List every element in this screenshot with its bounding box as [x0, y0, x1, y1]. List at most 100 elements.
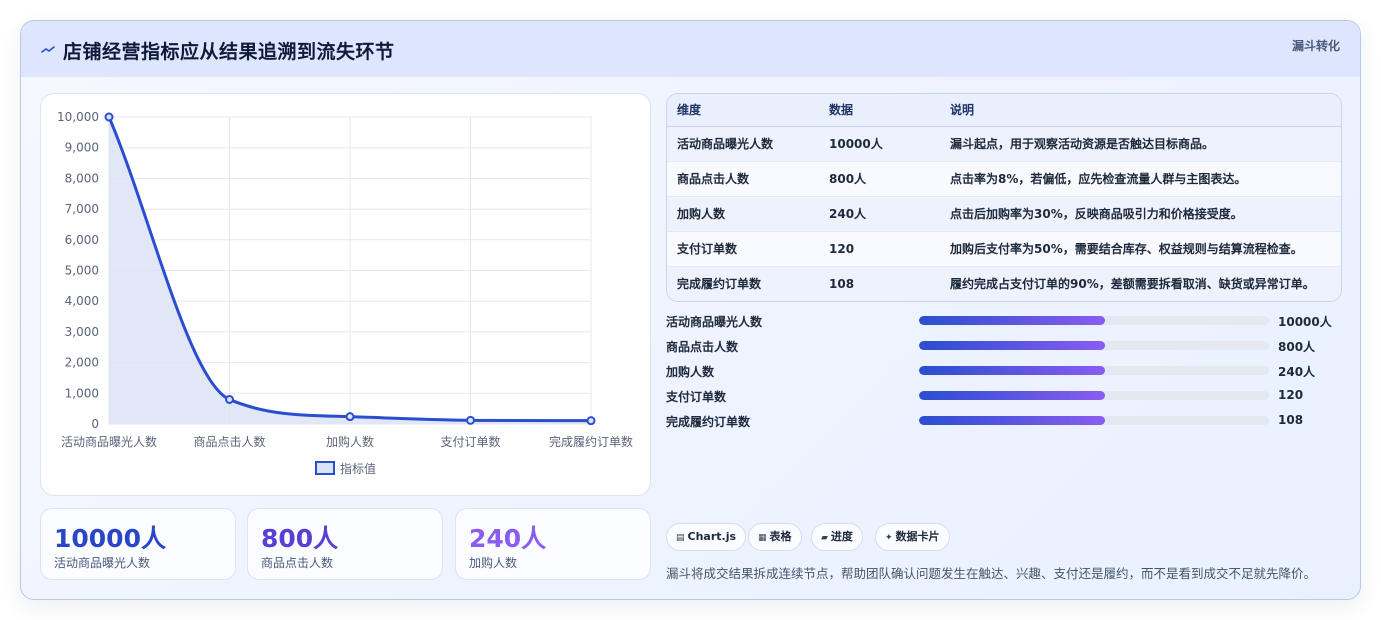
- progress-value: 10000人: [1278, 315, 1332, 329]
- progress-fill: [919, 391, 1105, 400]
- x-tick-label: 商品点击人数: [193, 434, 265, 449]
- kpi-label: 加购人数: [469, 556, 518, 570]
- progress-fill: [919, 341, 1105, 350]
- chip-progress[interactable]: ▰ 进度: [811, 523, 863, 551]
- progress-value: 120: [1278, 388, 1304, 402]
- legend-swatch: [315, 461, 335, 475]
- table-cell: 漏斗起点，用于观察活动资源是否触达目标商品。: [950, 126, 1341, 162]
- chart-icon: ▤: [676, 533, 685, 543]
- y-tick-label: 0: [91, 417, 99, 431]
- table-cell: 800人: [829, 161, 950, 197]
- progress-row: 商品点击人数 800人: [666, 336, 1342, 356]
- x-tick-label: 支付订单数: [440, 434, 500, 449]
- chip-label: Chart.js: [687, 530, 737, 543]
- progress-value: 108: [1278, 413, 1304, 427]
- progress-fill: [919, 366, 1105, 375]
- table-cell: 加购后支付率为50%，需要结合库存、权益规则与结算流程检查。: [950, 231, 1341, 267]
- table-cell: 加购人数: [667, 196, 829, 232]
- table-cell: 240人: [829, 196, 950, 232]
- y-tick-label: 10,000: [57, 110, 99, 124]
- chip-label: 表格: [769, 530, 792, 543]
- progress-track: [919, 341, 1269, 350]
- chip-label: 数据卡片: [895, 530, 940, 543]
- legend-label: 指标值: [340, 461, 376, 476]
- table-cell: 支付订单数: [667, 231, 829, 267]
- card-header: 店铺经营指标应从结果追溯到流失环节 漏斗转化: [21, 21, 1360, 77]
- kpi-card-click: 800人 商品点击人数: [247, 508, 443, 580]
- y-tick-label: 7,000: [65, 202, 99, 216]
- progress-fill: [919, 316, 1105, 325]
- metrics-table: 维度 数据 说明 活动商品曝光人数 10000人 漏斗起点，用于观察活动资源是否…: [666, 93, 1342, 302]
- kpi-card-cart: 240人 加购人数: [455, 508, 651, 580]
- header-tag: 漏斗转化: [1291, 39, 1340, 53]
- kpi-label: 商品点击人数: [261, 556, 334, 570]
- chip-label: 进度: [830, 530, 853, 543]
- column-header: 维度: [667, 94, 829, 127]
- page-title: 店铺经营指标应从结果追溯到流失环节: [63, 41, 395, 63]
- progress-row: 支付订单数 120: [666, 386, 1342, 406]
- data-point: [586, 416, 596, 426]
- progress-value: 240人: [1278, 365, 1316, 379]
- progress-fill: [919, 416, 1105, 425]
- table-row: 支付订单数 120 加购后支付率为50%，需要结合库存、权益规则与结算流程检查。: [667, 231, 1341, 267]
- chip-data-card[interactable]: ✦ 数据卡片: [875, 523, 950, 551]
- column-header: 数据: [829, 94, 950, 127]
- data-point: [466, 415, 475, 425]
- progress-label: 完成履约订单数: [666, 415, 751, 429]
- x-tick-label: 加购人数: [326, 434, 374, 449]
- progress-label: 加购人数: [666, 365, 715, 379]
- data-point: [225, 394, 234, 404]
- y-tick-label: 8,000: [65, 171, 99, 185]
- table-icon: ▦: [758, 533, 767, 543]
- x-tick-label: 完成履约订单数: [549, 434, 633, 449]
- kpi-value: 10000人: [54, 524, 166, 553]
- table-cell: 108: [829, 266, 950, 301]
- progress-track: [919, 416, 1269, 425]
- y-tick-label: 3,000: [65, 325, 99, 339]
- progress-track: [919, 366, 1269, 375]
- data-point: [104, 112, 114, 122]
- table-header-row: 维度 数据 说明: [667, 94, 1341, 127]
- table-cell: 商品点击人数: [667, 161, 829, 197]
- y-tick-label: 1,000: [65, 386, 99, 400]
- y-tick-label: 2,000: [65, 356, 99, 370]
- progress-label: 商品点击人数: [666, 340, 739, 354]
- kpi-label: 活动商品曝光人数: [54, 556, 151, 570]
- kpi-value: 240人: [469, 524, 547, 553]
- table-cell: 120: [829, 231, 950, 267]
- chip-table[interactable]: ▦ 表格: [748, 523, 802, 551]
- progress-value: 800人: [1278, 340, 1316, 354]
- chip-chartjs[interactable]: ▤ Chart.js: [666, 523, 747, 551]
- line-chart: 0 1,000 2,000 3,000 4,000 5,000 6,000 7,000 8,00…: [57, 110, 633, 476]
- progress-label: 支付订单数: [666, 390, 727, 404]
- y-tick-label: 9,000: [65, 141, 99, 155]
- chart-panel: 0 1,000 2,000 3,000 4,000 5,000 6,000 7,000 8,00…: [40, 93, 651, 496]
- x-tick-label: 活动商品曝光人数: [61, 434, 157, 449]
- table-cell: 履约完成占支付订单的90%，差额需要拆看取消、缺货或异常订单。: [950, 266, 1341, 301]
- kpi-value: 800人: [261, 524, 339, 553]
- column-header: 说明: [950, 94, 1341, 127]
- y-tick-label: 4,000: [65, 294, 99, 308]
- table-row: 加购人数 240人 点击后加购率为30%，反映商品吸引力和价格接受度。: [667, 196, 1341, 232]
- table-cell: 点击后加购率为30%，反映商品吸引力和价格接受度。: [950, 196, 1341, 232]
- table-cell: 活动商品曝光人数: [667, 126, 829, 162]
- footnote: 漏斗将成交结果拆成连续节点，帮助团队确认问题发生在触达、兴趣、支付还是履约，而不…: [666, 566, 1317, 581]
- data-point: [345, 412, 355, 422]
- progress-track: [919, 391, 1269, 400]
- progress-row: 加购人数 240人: [666, 361, 1342, 381]
- table-cell: 完成履约订单数: [667, 266, 829, 301]
- table-cell: 点击率为8%，若偏低，应先检查流量人群与主图表达。: [950, 161, 1341, 197]
- progress-row: 完成履约订单数 108: [666, 411, 1342, 431]
- table-row: 完成履约订单数 108 履约完成占支付订单的90%，差额需要拆看取消、缺货或异常…: [667, 266, 1341, 301]
- table-row: 活动商品曝光人数 10000人 漏斗起点，用于观察活动资源是否触达目标商品。: [667, 126, 1341, 162]
- kpi-card-exposure: 10000人 活动商品曝光人数: [40, 508, 236, 580]
- progress-row: 活动商品曝光人数 10000人: [666, 311, 1342, 331]
- wave-icon: [41, 42, 55, 56]
- table-row: 商品点击人数 800人 点击率为8%，若偏低，应先检查流量人群与主图表达。: [667, 161, 1341, 197]
- dashboard-card: 店铺经营指标应从结果追溯到流失环节 漏斗转化 0 1,000 2,000 3,000 4…: [20, 20, 1361, 600]
- progress-label: 活动商品曝光人数: [666, 315, 763, 329]
- sparkle-icon: ✦: [885, 533, 893, 543]
- y-tick-label: 5,000: [65, 264, 99, 278]
- progress-track: [919, 316, 1269, 325]
- table-cell: 10000人: [829, 126, 950, 162]
